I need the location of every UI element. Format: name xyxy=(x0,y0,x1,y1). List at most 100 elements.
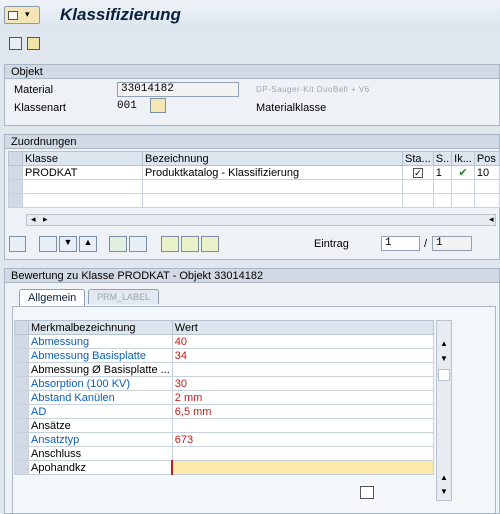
down-icon[interactable]: ▼ xyxy=(59,236,77,252)
status-checkbox[interactable]: ✓ xyxy=(402,165,434,180)
tab-allgemein[interactable]: Allgemein xyxy=(19,289,86,306)
table-row[interactable]: PRODKAT Produktkatalog - Klassifizierung… xyxy=(8,165,500,180)
scroll-down-end-icon[interactable]: ▼ xyxy=(440,487,448,496)
empty-cell[interactable] xyxy=(142,179,403,194)
title-bar: ▾ Klassifizierung xyxy=(0,0,500,30)
table-row[interactable]: Abmessung 40 xyxy=(14,334,435,349)
merkmal-value[interactable]: 30 xyxy=(171,376,435,391)
value-assign-icon[interactable] xyxy=(181,236,199,252)
delete-line-icon[interactable] xyxy=(129,236,147,252)
value-help-icon[interactable] xyxy=(360,486,374,499)
up-icon[interactable]: ▲ xyxy=(79,236,97,252)
material-field[interactable]: 33014182 xyxy=(117,82,239,97)
empty-cell[interactable] xyxy=(22,193,143,208)
table-row[interactable]: Abstand Kanülen 2 mm xyxy=(14,390,435,405)
row-selector[interactable] xyxy=(14,432,29,447)
col-klasse[interactable]: Klasse xyxy=(22,151,143,166)
empty-cell[interactable] xyxy=(402,179,434,194)
scroll-up-icon[interactable]: ▲ xyxy=(440,339,448,348)
row-selector[interactable] xyxy=(8,193,23,208)
klassenart-field[interactable]: 001 xyxy=(117,100,137,112)
merkmal-value[interactable]: 673 xyxy=(171,432,435,447)
table-row[interactable]: Abmessung Basisplatte 34 xyxy=(14,348,435,363)
merkmal-name: Ansätze xyxy=(28,418,173,433)
row-selector[interactable] xyxy=(14,418,29,433)
table-row[interactable] xyxy=(8,193,500,208)
row-selector[interactable] xyxy=(14,460,29,475)
col-bezeichnung[interactable]: Bezeichnung xyxy=(142,151,403,166)
cell-bezeichnung[interactable]: Produktkatalog - Klassifizierung xyxy=(142,165,403,180)
row-selector[interactable] xyxy=(8,179,23,194)
empty-cell[interactable] xyxy=(432,193,453,208)
row-selector[interactable] xyxy=(14,390,29,405)
empty-cell[interactable] xyxy=(473,193,500,208)
row-selector[interactable] xyxy=(14,446,29,461)
choose-class-icon[interactable] xyxy=(150,98,166,113)
select-all-cell[interactable] xyxy=(8,151,23,166)
merkmal-value[interactable] xyxy=(171,418,435,433)
table-row[interactable]: Apohandkz xyxy=(14,460,435,475)
empty-cell[interactable] xyxy=(451,193,475,208)
cell-pos[interactable]: 10 xyxy=(473,165,500,180)
col-status[interactable]: Sta... xyxy=(402,151,434,166)
eintrag-total-field: 1 xyxy=(432,236,472,251)
col-merkmalbezeichnung[interactable]: Merkmalbezeichnung xyxy=(28,320,173,335)
table-row[interactable]: Abmessung Ø Basisplatte ... xyxy=(14,362,435,377)
zuordnungen-header: Zuordnungen xyxy=(5,135,499,149)
table-row[interactable] xyxy=(8,179,500,194)
col-s[interactable]: S.. xyxy=(432,151,453,166)
scroll-right-icon[interactable]: ▸ xyxy=(43,214,48,225)
table-row[interactable]: Ansätze xyxy=(14,418,435,433)
text-icon[interactable] xyxy=(201,236,219,252)
details-icon[interactable] xyxy=(9,236,26,252)
table-row[interactable]: Absorption (100 KV) 30 xyxy=(14,376,435,391)
table-row[interactable]: Anschluss xyxy=(14,446,435,461)
merkmal-value[interactable]: 6,5 mm xyxy=(171,404,435,419)
row-selector[interactable] xyxy=(8,165,23,180)
row-selector[interactable] xyxy=(14,348,29,363)
row-selector[interactable] xyxy=(14,362,29,377)
merkmal-value[interactable] xyxy=(171,362,435,377)
tab-prm-label[interactable]: PRM_LABEL xyxy=(88,289,160,304)
merkmal-table: Merkmalbezeichnung Wert Abmessung 40 Abmes… xyxy=(14,320,435,475)
empty-cell[interactable] xyxy=(142,193,403,208)
merkmal-value[interactable] xyxy=(171,446,435,461)
empty-cell[interactable] xyxy=(451,179,475,194)
select-all-cell[interactable] xyxy=(14,320,29,335)
scroll-thumb[interactable] xyxy=(438,369,450,381)
merkmal-value[interactable]: 2 mm xyxy=(171,390,435,405)
vertical-scrollbar[interactable]: ▲ ▼ ▲ ▼ xyxy=(436,320,452,501)
merkmal-value[interactable]: 34 xyxy=(171,348,435,363)
row-selector[interactable] xyxy=(14,334,29,349)
scroll-left-icon[interactable]: ◂ xyxy=(31,214,36,225)
cell-s: 1 xyxy=(432,165,453,180)
eintrag-current-field[interactable]: 1 xyxy=(381,236,420,251)
row-selector[interactable] xyxy=(14,404,29,419)
scroll-up-end-icon[interactable]: ▲ xyxy=(440,473,448,482)
empty-cell[interactable] xyxy=(402,193,434,208)
cell-klasse[interactable]: PRODKAT xyxy=(22,165,143,180)
zuordnungen-table: Klasse Bezeichnung Sta... S.. Ik... Pos … xyxy=(8,151,500,208)
row-selector[interactable] xyxy=(14,376,29,391)
insert-line-icon[interactable] xyxy=(109,236,127,252)
scroll-right-end-icon[interactable]: ◂ xyxy=(489,214,494,225)
other-object-icon[interactable] xyxy=(27,37,40,50)
merkmal-value[interactable] xyxy=(171,460,435,475)
values-icon[interactable] xyxy=(161,236,179,252)
menu-icon[interactable]: ▾ xyxy=(4,6,40,24)
empty-cell[interactable] xyxy=(473,179,500,194)
empty-cell[interactable] xyxy=(22,179,143,194)
merkmal-value[interactable]: 40 xyxy=(171,334,435,349)
empty-cell[interactable] xyxy=(432,179,453,194)
scroll-down-icon[interactable]: ▼ xyxy=(440,354,448,363)
merkmal-name: Absorption (100 KV) xyxy=(28,376,173,391)
table-row[interactable]: Ansatztyp 673 xyxy=(14,432,435,447)
col-pos[interactable]: Pos xyxy=(473,151,500,166)
col-wert[interactable]: Wert xyxy=(171,320,435,335)
menu-grid-icon xyxy=(8,11,18,20)
table-row[interactable]: AD 6,5 mm xyxy=(14,404,435,419)
horizontal-scrollbar[interactable]: ◂ ▸ ◂ xyxy=(26,214,496,226)
save-icon[interactable] xyxy=(9,37,22,50)
find-icon[interactable] xyxy=(39,236,57,252)
col-ik[interactable]: Ik... xyxy=(451,151,475,166)
